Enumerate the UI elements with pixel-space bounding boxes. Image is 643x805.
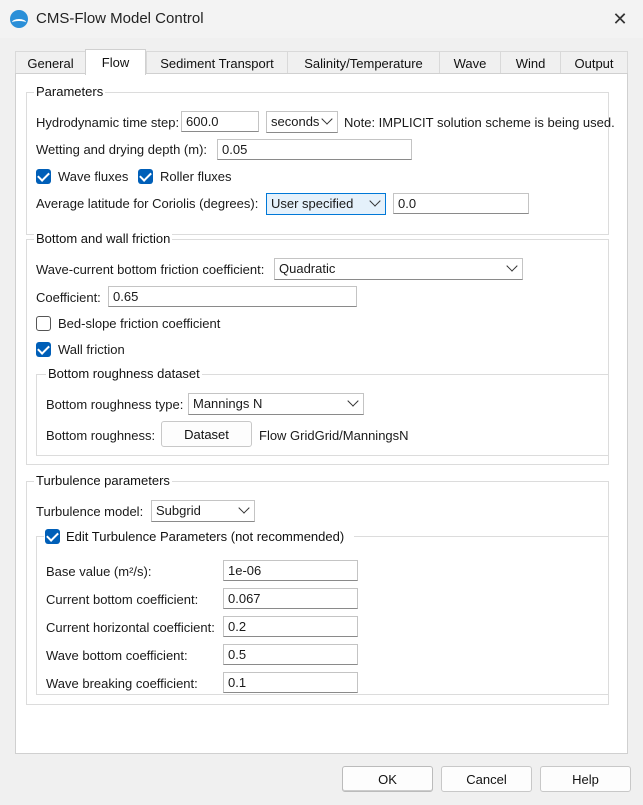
dataset-path: Flow GridGrid/ManningsN [259,428,409,443]
parameters-legend: Parameters [34,84,106,99]
wave-bottom-label: Wave bottom coefficient: [46,648,188,663]
wave-fluxes-label: Wave fluxes [58,169,129,184]
edit-turbulence-group: Edit Turbulence Parameters (not recommen… [36,528,609,695]
latitude-mode-select[interactable]: User specified [266,193,386,215]
cms-app-icon [10,10,28,28]
tab-sediment-transport[interactable]: Sediment Transport [146,51,288,74]
ok-button[interactable]: OK [342,766,433,792]
latitude-label: Average latitude for Coriolis (degrees): [36,196,259,211]
tab-flow[interactable]: Flow [85,49,146,75]
implicit-note: Note: IMPLICIT solution scheme is being … [344,115,615,130]
roller-fluxes-label: Roller fluxes [160,169,232,184]
tab-salinity-temperature[interactable]: Salinity/Temperature [287,51,440,74]
latitude-value-input[interactable]: 0.0 [393,193,529,214]
bed-slope-label: Bed-slope friction coefficient [58,316,221,331]
roughness-type-label: Bottom roughness type: [46,397,184,412]
current-horizontal-label: Current horizontal coefficient: [46,620,215,635]
flow-tab-page: Parameters Hydrodynamic time step: 600.0… [15,73,628,754]
wave-current-value: Quadratic [279,261,336,276]
roughness-group: Bottom roughness dataset Bottom roughnes… [36,366,609,456]
time-step-label: Hydrodynamic time step: [36,115,180,130]
tab-wave[interactable]: Wave [439,51,501,74]
title-bar: CMS-Flow Model Control ✕ [0,0,643,38]
current-bottom-input[interactable]: 0.067 [223,588,358,609]
roughness-type-value: Mannings N [193,396,263,411]
roughness-legend: Bottom roughness dataset [46,366,202,381]
bed-slope-checkbox[interactable] [36,316,51,331]
friction-group: Bottom and wall friction Wave-current bo… [26,231,609,465]
wave-bottom-input[interactable]: 0.5 [223,644,358,665]
chevron-down-icon [347,395,359,407]
latitude-mode-value: User specified [271,196,354,211]
window-title: CMS-Flow Model Control [36,10,204,27]
roller-fluxes-checkbox[interactable] [138,169,153,184]
roughness-type-select[interactable]: Mannings N [188,393,364,415]
turbulence-model-value: Subgrid [156,503,201,518]
base-value-input[interactable]: 1e-06 [223,560,358,581]
close-icon[interactable]: ✕ [607,6,633,32]
wave-breaking-label: Wave breaking coefficient: [46,676,198,691]
wall-friction-checkbox[interactable] [36,342,51,357]
friction-legend: Bottom and wall friction [34,231,173,246]
chevron-down-icon [238,502,250,514]
current-bottom-label: Current bottom coefficient: [46,592,199,607]
wave-current-select[interactable]: Quadratic [274,258,523,280]
tab-wind[interactable]: Wind [500,51,561,74]
parameters-group: Parameters Hydrodynamic time step: 600.0… [26,84,615,235]
turbulence-model-select[interactable]: Subgrid [151,500,255,522]
tab-output[interactable]: Output [560,51,628,74]
wave-current-label: Wave-current bottom friction coefficient… [36,262,265,277]
chevron-down-icon [369,195,381,207]
coefficient-label: Coefficient: [36,290,101,305]
help-button[interactable]: Help [540,766,631,792]
wave-breaking-input[interactable]: 0.1 [223,672,358,693]
dataset-button[interactable]: Dataset [161,421,252,447]
time-step-input[interactable]: 600.0 [181,111,259,132]
coefficient-input[interactable]: 0.65 [108,286,357,307]
chevron-down-icon [321,113,333,125]
cancel-button[interactable]: Cancel [441,766,532,792]
wetting-label: Wetting and drying depth (m): [36,142,208,157]
chevron-down-icon [506,260,518,272]
current-horizontal-input[interactable]: 0.2 [223,616,358,637]
time-unit-select[interactable]: seconds [266,111,338,133]
edit-turbulence-label: Edit Turbulence Parameters (not recommen… [66,529,345,544]
edit-turbulence-checkbox[interactable] [45,529,60,544]
wave-fluxes-checkbox[interactable] [36,169,51,184]
time-unit-value: seconds [271,114,320,129]
roughness-label: Bottom roughness: [46,428,156,443]
turbulence-group: Turbulence parameters Turbulence model: … [26,473,609,705]
turbulence-model-label: Turbulence model: [36,504,144,519]
edit-turbulence-legend: Edit Turbulence Parameters (not recommen… [44,528,354,546]
wetting-depth-input[interactable]: 0.05 [217,139,412,160]
wall-friction-label: Wall friction [58,342,125,357]
tab-general[interactable]: General [15,51,86,74]
turbulence-legend: Turbulence parameters [34,473,172,488]
base-value-label: Base value (m²/s): [46,564,152,579]
